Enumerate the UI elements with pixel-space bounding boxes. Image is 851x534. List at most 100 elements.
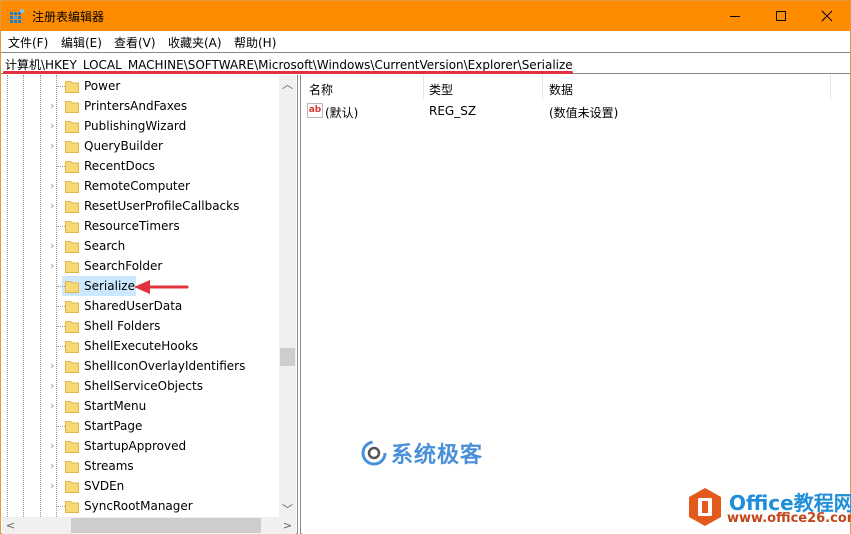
scroll-down-icon[interactable]: ﹀ [279,500,296,517]
tree-node[interactable]: › StartupApproved [2,436,280,456]
tree-node[interactable]: SharedUserData [2,296,280,316]
tree-node[interactable]: ResourceTimers [2,216,280,236]
chevron-right-icon[interactable]: › [50,240,60,252]
folder-icon [65,179,79,193]
chevron-right-icon[interactable]: › [50,460,60,472]
tree-node[interactable]: ShellExecuteHooks [2,336,280,356]
close-button[interactable] [804,1,850,31]
chevron-right-icon[interactable]: › [50,400,60,412]
tree-node-label: Serialize [84,279,135,293]
tree-node[interactable]: › PublishingWizard [2,116,280,136]
chevron-right-icon[interactable]: › [50,360,60,372]
tree-node-label: SearchFolder [84,259,163,273]
menu-file[interactable]: 文件(F) [8,34,48,51]
tree-connector [57,166,65,167]
tree-connector [57,326,65,327]
watermark-office26: Office教程网 www.office26.com [687,485,851,529]
tree-node[interactable]: › SVDEn [2,476,280,496]
maximize-button[interactable] [758,1,804,31]
tree-connector [57,306,65,307]
minimize-button[interactable] [712,1,758,31]
tree-node[interactable]: › PrintersAndFaxes [2,96,280,116]
tree-node[interactable]: › SearchFolder [2,256,280,276]
tree-node-label: StartMenu [84,399,147,413]
tree-node[interactable]: › QueryBuilder [2,136,280,156]
chevron-right-icon[interactable]: › [50,380,60,392]
column-separator[interactable] [423,75,424,99]
tree-node-label: QueryBuilder [84,139,163,153]
tree-node-label: ResetUserProfileCallbacks [84,199,240,213]
title-bar[interactable]: 注册表编辑器 [1,1,850,31]
tree-node[interactable]: › ShellServiceObjects [2,376,280,396]
folder-icon [65,79,79,93]
watermark-xtjk: 系统极客 [361,438,483,468]
folder-icon [65,339,79,353]
tree-connector [57,86,65,87]
column-separator[interactable] [830,75,831,99]
chevron-right-icon[interactable]: › [50,260,60,272]
menu-edit[interactable]: 编辑(E) [61,34,102,51]
tree-node-label: ShellExecuteHooks [84,339,199,353]
tree-node-label: Shell Folders [84,319,161,333]
column-separator[interactable] [542,75,543,99]
tree-node[interactable]: › ShellIconOverlayIdentifiers [2,356,280,376]
tree-node[interactable]: Shell Folders [2,316,280,336]
minimize-icon [730,16,740,17]
window-title: 注册表编辑器 [32,10,105,24]
tree-node-label: StartPage [84,419,143,433]
tree-node[interactable]: RecentDocs [2,156,280,176]
pane-splitter[interactable] [297,75,301,534]
column-header-data[interactable]: 数据 [549,75,573,99]
tree-connector [57,506,65,507]
tree-node[interactable]: › RemoteComputer [2,176,280,196]
menu-favorites[interactable]: 收藏夹(A) [168,34,222,51]
tree-node-label: Power [84,79,121,93]
menu-help[interactable]: 帮助(H) [234,34,276,51]
folder-icon [65,359,79,373]
tree-node[interactable]: › Streams [2,456,280,476]
string-value-icon: ab [307,103,323,118]
tree-node-label: PublishingWizard [84,119,187,133]
tree-node[interactable]: › StartMenu [2,396,280,416]
close-icon [821,10,833,22]
folder-icon [65,119,79,133]
folder-icon [65,439,79,453]
tree-node[interactable]: Power [2,76,280,96]
chevron-right-icon[interactable]: › [50,480,60,492]
folder-icon [65,419,79,433]
menu-view[interactable]: 查看(V) [114,34,156,51]
value-row[interactable]: ab (默认) REG_SZ (数值未设置) [302,101,842,121]
folder-icon [65,399,79,413]
chevron-right-icon[interactable]: › [50,140,60,152]
chevron-right-icon[interactable]: › [50,180,60,192]
scrollbar-thumb[interactable] [280,348,295,366]
column-header-type[interactable]: 类型 [429,75,453,99]
tree-node[interactable]: › ResetUserProfileCallbacks [2,196,280,216]
tree-node-label: ShellServiceObjects [84,379,203,393]
watermark-xtjk-text: 系统极客 [391,443,484,468]
tree-node-label: RecentDocs [84,159,155,173]
key-tree[interactable]: Power › PrintersAndFaxes › PublishingWizard ›… [2,75,296,517]
folder-icon [65,279,79,293]
annotation-underline [3,71,573,74]
tree-horizontal-scrollbar[interactable]: < > [2,517,296,534]
folder-icon [65,219,79,233]
office-url-text: www.office26.com [727,511,851,526]
scrollbar-thumb[interactable] [71,518,261,533]
tree-node-label: ShellIconOverlayIdentifiers [84,359,246,373]
scroll-right-icon[interactable]: > [279,517,296,534]
column-header-name[interactable]: 名称 [309,75,333,99]
tree-node[interactable]: SyncRootManager [2,496,280,516]
chevron-right-icon[interactable]: › [50,440,60,452]
chevron-right-icon[interactable]: › [50,120,60,132]
tree-connector [57,426,65,427]
tree-vertical-scrollbar[interactable]: ︿ ﹀ [279,75,296,517]
maximize-icon [776,11,786,21]
chevron-right-icon[interactable]: › [50,200,60,212]
scroll-up-icon[interactable]: ︿ [279,75,296,92]
tree-node[interactable]: StartPage [2,416,280,436]
chevron-right-icon[interactable]: › [50,100,60,112]
tree-node[interactable]: › Search [2,236,280,256]
address-bar[interactable]: 计算机\HKEY_LOCAL_MACHINE\SOFTWARE\Microsof… [1,52,850,74]
scroll-left-icon[interactable]: < [2,517,19,534]
